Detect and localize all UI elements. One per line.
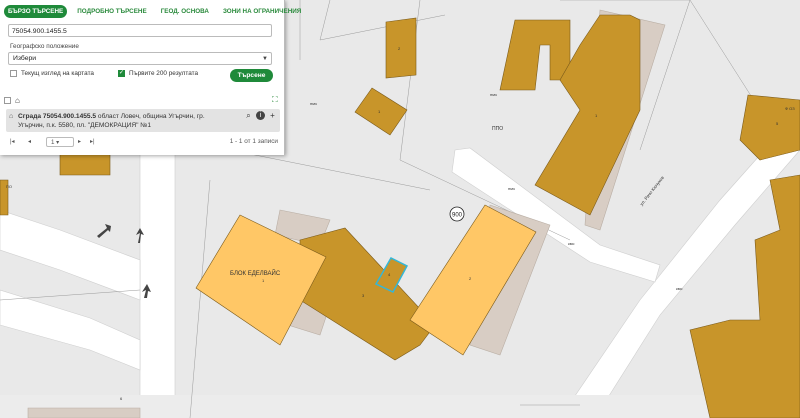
expand-icon[interactable]: ⛶ [272,96,280,104]
first200-checkbox[interactable]: ✓ [118,70,125,77]
label-kms-1: кмс [676,286,683,291]
plus-icon[interactable]: + [268,111,277,120]
label-ppo: ППО [492,126,503,132]
label-nmz-3: нмз [508,186,515,191]
tab-detailed-search[interactable]: ПОДРОБНО ТЪРСЕНЕ [73,5,150,18]
tab-geod-base[interactable]: ГЕОД. ОСНОВА [157,5,213,18]
label-po-left: ПО [6,184,12,189]
road-vertical-left [139,149,176,418]
tab-quick-search[interactable]: БЪРЗО ТЪРСЕНЕ [4,4,68,18]
geo-position-label: Географско положение [10,43,79,50]
page-number: 1 [51,139,55,146]
label-nmz-2: нмз [490,92,497,97]
result-actions: ⌕ i + [244,111,277,120]
search-tabs: БЪРЗО ТЪРСЕНЕ ПОДРОБНО ТЪРСЕНЕ ГЕОД. ОСН… [4,4,305,18]
current-view-option[interactable]: Текущ изглед на картата [10,70,94,77]
road-badge-text: 900 [452,213,463,219]
result-row[interactable]: ⌂ Сграда 75054.900.1455.5 област Ловеч, … [6,109,280,132]
building-n [385,17,417,79]
home-icon[interactable]: ⌂ [15,96,20,105]
prev-page-icon[interactable]: ◂ [28,138,31,145]
chevron-down-icon: ▼ [262,56,268,62]
result-address: област Ловеч, община Угърчин, гр. [97,113,205,120]
geo-position-selected: Избери [13,55,37,62]
last-page-icon[interactable]: ▸| [90,138,95,145]
page-select[interactable]: 1 ▾ [46,137,74,147]
info-icon[interactable]: i [256,111,265,120]
result-id: 75054.900.1455.5 [42,113,97,120]
results-toolbar: ⌂ [4,96,20,105]
zoom-search-icon[interactable]: ⌕ [244,111,253,120]
search-panel: БЪРЗО ТЪРСЕНЕ ПОДРОБНО ТЪРСЕНЕ ГЕОД. ОСН… [0,0,301,155]
building-name-label: БЛОК ЕДЕЛВАЙС [230,269,281,277]
label-fo: Ф ОЗ [785,106,795,111]
next-page-icon[interactable]: ▸ [78,138,81,145]
select-all-checkbox[interactable] [4,97,11,104]
search-button[interactable]: Търсене [230,69,273,82]
building-icon: ⌂ [9,113,14,120]
first200-label: Първите 200 резултата [129,70,199,77]
first200-option[interactable]: ✓ Първите 200 резултата [118,70,198,77]
first-page-icon[interactable]: |◂ [10,138,15,145]
result-type: Сграда [18,113,42,120]
pagination: |◂ ◂ 1 ▾ ▸ ▸| 1 - 1 от 1 записи [8,137,278,148]
current-view-checkbox[interactable] [10,70,17,77]
tab-restriction-zones[interactable]: ЗОНИ НА ОГРАНИЧЕНИЯ [219,5,305,18]
current-view-label: Текущ изглед на картата [21,70,94,77]
record-count: 1 - 1 от 1 записи [229,138,278,145]
geo-position-select[interactable]: Избери ▼ [8,52,272,65]
label-kms-2: кмс [568,241,575,246]
result-line1: Сграда 75054.900.1455.5 област Ловеч, об… [18,113,205,120]
result-line2: Угърчин, п.к. 5580, пл. "ДЕМОКРАЦИЯ" №1 [18,122,152,129]
search-input[interactable]: 75054.900.1455.5 [8,24,272,37]
label-nmz-1: нмз [310,101,317,106]
